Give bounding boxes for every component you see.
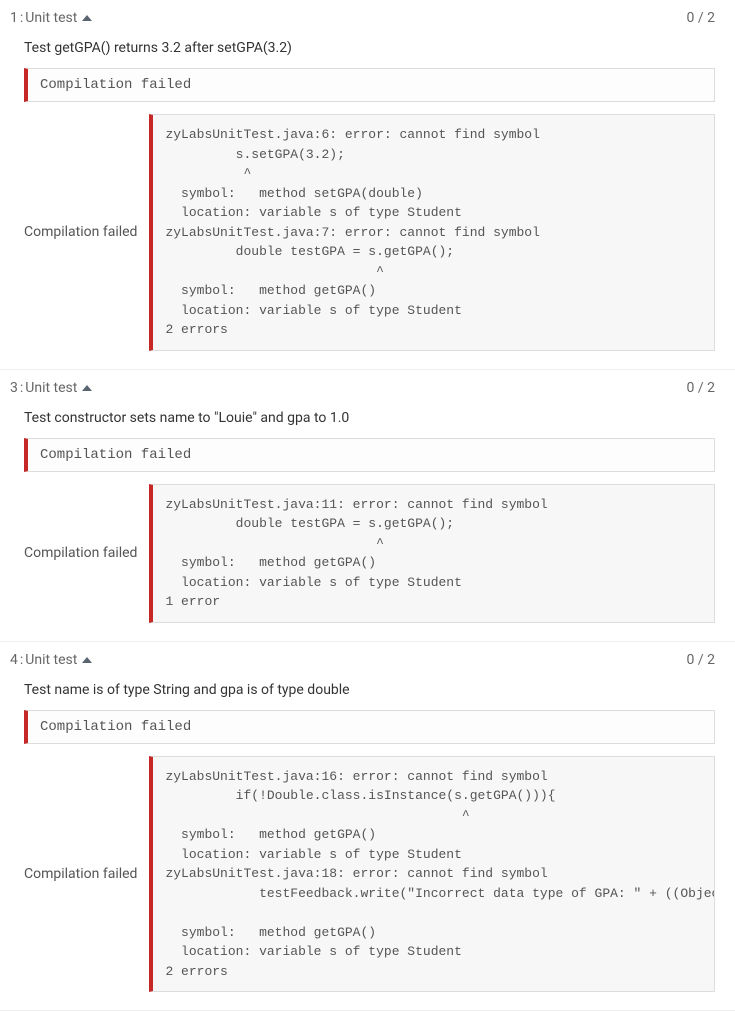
test-header: 1: Unit test 0 / 2 bbox=[10, 10, 715, 40]
error-output-box[interactable]: zyLabsUnitTest.java:6: error: cannot fin… bbox=[149, 114, 715, 351]
test-header-left: 1: Unit test bbox=[10, 10, 92, 26]
test-collapse-toggle[interactable]: 3: Unit test bbox=[10, 380, 92, 396]
test-output-row: Compilation failed zyLabsUnitTest.java:6:… bbox=[24, 114, 715, 351]
output-label: Compilation failed bbox=[24, 545, 137, 561]
test-output-row: Compilation failed zyLabsUnitTest.java:11… bbox=[24, 484, 715, 623]
test-collapse-toggle[interactable]: 4: Unit test bbox=[10, 652, 92, 668]
test-score: 0 / 2 bbox=[687, 10, 715, 26]
output-label: Compilation failed bbox=[24, 866, 137, 882]
error-output-text: zyLabsUnitTest.java:16: error: cannot fi… bbox=[153, 757, 714, 992]
unit-test-block: 3: Unit test 0 / 2 Test constructor sets n… bbox=[0, 370, 735, 642]
test-type-label: Unit test bbox=[25, 652, 77, 668]
output-label: Compilation failed bbox=[24, 224, 137, 240]
chevron-up-icon bbox=[82, 657, 92, 663]
test-score: 0 / 2 bbox=[687, 652, 715, 668]
test-header-left: 3: Unit test bbox=[10, 380, 92, 396]
compilation-failed-banner: Compilation failed bbox=[24, 710, 715, 744]
test-number-label: 3 bbox=[10, 380, 18, 396]
chevron-up-icon bbox=[82, 15, 92, 21]
test-output-row: Compilation failed zyLabsUnitTest.java:16… bbox=[24, 756, 715, 993]
test-header-left: 4: Unit test bbox=[10, 652, 92, 668]
test-type-label: Unit test bbox=[25, 380, 77, 396]
test-type-label: Unit test bbox=[25, 10, 77, 26]
test-header: 3: Unit test 0 / 2 bbox=[10, 380, 715, 410]
test-description: Test getGPA() returns 3.2 after setGPA(3… bbox=[24, 40, 715, 56]
chevron-up-icon bbox=[82, 385, 92, 391]
unit-test-block: 4: Unit test 0 / 2 Test name is of type St… bbox=[0, 642, 735, 1011]
error-output-box[interactable]: zyLabsUnitTest.java:11: error: cannot fi… bbox=[149, 484, 715, 623]
test-number-label: 1 bbox=[10, 10, 18, 26]
compilation-failed-banner: Compilation failed bbox=[24, 438, 715, 472]
test-score: 0 / 2 bbox=[687, 380, 715, 396]
test-collapse-toggle[interactable]: 1: Unit test bbox=[10, 10, 92, 26]
test-number-label: 4 bbox=[10, 652, 18, 668]
test-header: 4: Unit test 0 / 2 bbox=[10, 652, 715, 682]
test-description: Test constructor sets name to "Louie" an… bbox=[24, 410, 715, 426]
error-output-text: zyLabsUnitTest.java:6: error: cannot fin… bbox=[153, 115, 714, 350]
test-description: Test name is of type String and gpa is o… bbox=[24, 682, 715, 698]
error-output-box[interactable]: zyLabsUnitTest.java:16: error: cannot fi… bbox=[149, 756, 715, 993]
compilation-failed-banner: Compilation failed bbox=[24, 68, 715, 102]
error-output-text: zyLabsUnitTest.java:11: error: cannot fi… bbox=[153, 485, 714, 622]
unit-test-block: 1: Unit test 0 / 2 Test getGPA() returns 3… bbox=[0, 0, 735, 370]
